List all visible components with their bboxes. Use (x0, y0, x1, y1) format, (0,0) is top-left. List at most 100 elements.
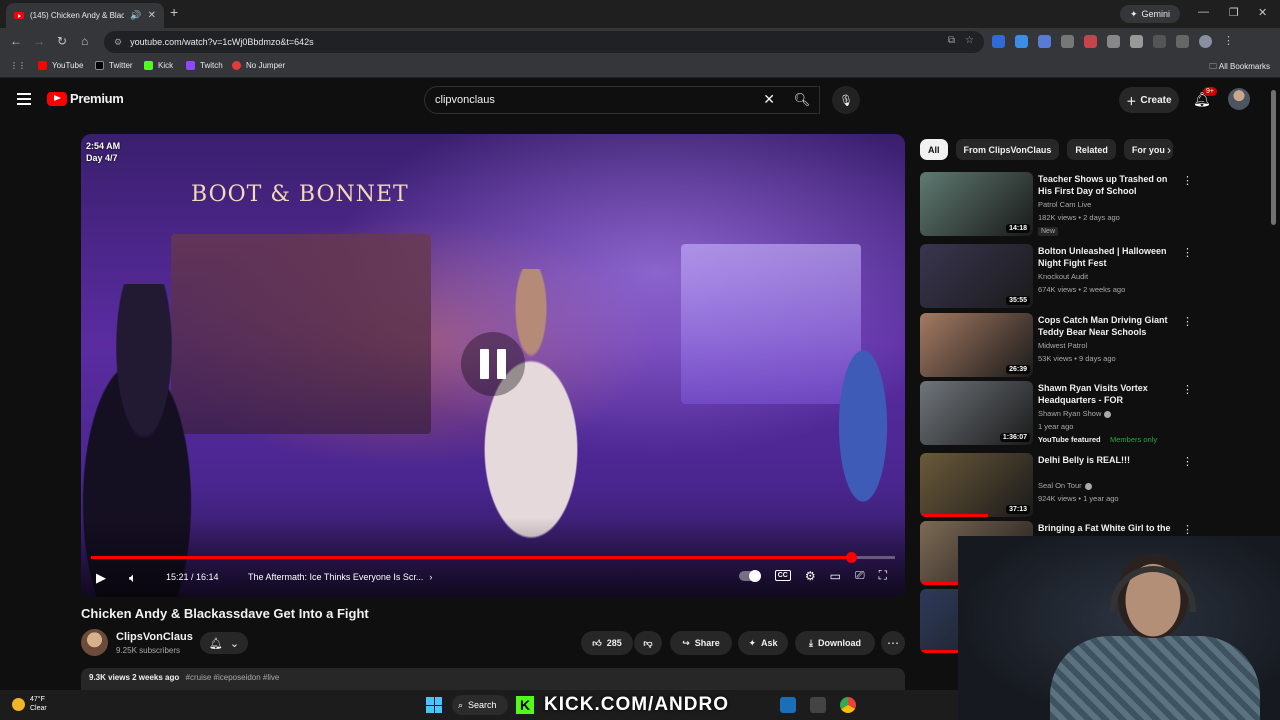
chip-for-you[interactable]: For you (1123, 139, 1173, 160)
video-thumbnail[interactable]: 37:13 (920, 453, 1033, 517)
extension-icon[interactable] (1084, 35, 1097, 48)
bookmark-kick[interactable]: Kick (144, 61, 173, 70)
chip-all[interactable]: All (920, 139, 948, 160)
search-input[interactable]: clipvonclaus ✕ (424, 86, 820, 114)
side-panel-icon[interactable] (1153, 35, 1166, 48)
forward-icon[interactable]: → (33, 34, 45, 48)
extension-icon[interactable] (1107, 35, 1120, 48)
site-info-icon[interactable]: ⚙ (114, 37, 122, 48)
all-bookmarks-button[interactable]: 🗀 All Bookmarks (1209, 61, 1270, 75)
bookmark-youtube[interactable]: YouTube (38, 61, 83, 70)
more-options-icon[interactable]: ⋮ (1182, 315, 1193, 328)
app-icon[interactable] (810, 697, 826, 713)
channel-name[interactable]: ClipsVonClaus (116, 631, 193, 643)
home-icon[interactable]: ⌂ (81, 34, 88, 48)
bookmark-twitter[interactable]: Twitter (95, 61, 133, 70)
install-app-icon[interactable]: ⧉ (948, 35, 955, 46)
recommendation-title[interactable]: Bolton Unleashed | Halloween Night Fight… (1038, 245, 1176, 269)
tab-close-icon[interactable]: ✕ (148, 10, 156, 21)
bookmark-twitch[interactable]: Twitch (186, 61, 223, 70)
like-button[interactable]: 👍︎ 285 (581, 631, 633, 655)
extension-icon[interactable] (1015, 35, 1028, 48)
extension-icon[interactable] (1038, 35, 1051, 48)
chip-related[interactable]: Related (1067, 139, 1116, 160)
fullscreen-icon[interactable]: ⛶ (879, 568, 887, 583)
more-options-icon[interactable]: ⋮ (1182, 174, 1193, 187)
voice-search-button[interactable]: 🎙︎ (832, 86, 860, 114)
recommendation-item[interactable]: 1:36:07 Shawn Ryan Visits Vortex Headquar… (920, 381, 1193, 445)
subscribed-notifications-button[interactable]: 🔔︎ ⌄ (200, 632, 248, 654)
gemini-button[interactable]: ✦ Gemini (1120, 5, 1180, 23)
recommendation-title[interactable]: Teacher Shows up Trashed on His First Da… (1038, 173, 1176, 197)
captions-icon[interactable]: CC (774, 570, 791, 581)
video-thumbnail[interactable]: 35:55 (920, 244, 1033, 308)
video-thumbnail[interactable]: 26:39 (920, 313, 1033, 377)
recommendation-title[interactable]: Delhi Belly is REAL!!! (1038, 454, 1176, 466)
channel-avatar[interactable] (81, 629, 108, 656)
reload-icon[interactable]: ↻ (57, 34, 67, 48)
play-icon[interactable]: ▶ (96, 570, 106, 586)
weather-widget[interactable]: 47°F Clear (12, 695, 47, 713)
share-button[interactable]: ↪ Share (670, 631, 732, 655)
download-button[interactable]: ⤓ Download (795, 631, 875, 655)
recommendation-item[interactable]: 35:55 Bolton Unleashed | Halloween Night … (920, 244, 1193, 308)
dislike-button[interactable]: 👎︎ (634, 631, 662, 655)
apps-grid-icon[interactable]: ⋮⋮ (10, 61, 26, 70)
recommendation-title[interactable]: Shawn Ryan Visits Vortex Headquarters - … (1038, 382, 1176, 406)
recommendation-item[interactable]: 26:39 Cops Catch Man Driving Giant Teddy … (920, 313, 1193, 377)
restore-icon[interactable]: ❐ (1229, 6, 1239, 19)
reading-list-icon[interactable] (1176, 35, 1189, 48)
chrome-icon[interactable] (840, 697, 856, 713)
description-box[interactable]: 9.3K views 2 weeks ago #cruise #iceposei… (81, 668, 905, 690)
browser-menu-icon[interactable]: ⋮ (1222, 35, 1235, 48)
youtube-logo[interactable]: Premium (47, 91, 124, 106)
hashtags[interactable]: #cruise #iceposeidon #live (186, 673, 280, 682)
video-thumbnail[interactable]: 14:18 (920, 172, 1033, 236)
extension-icon[interactable] (1061, 35, 1074, 48)
window-close-icon[interactable]: ✕ (1258, 6, 1267, 19)
hamburger-menu-icon[interactable] (17, 93, 31, 105)
autoplay-toggle[interactable] (738, 569, 761, 582)
steam-icon[interactable] (780, 697, 796, 713)
volume-icon[interactable]: 🔈︎ (129, 570, 137, 586)
chip-from-channel[interactable]: From ClipsVonClaus (955, 139, 1060, 160)
taskbar-search[interactable]: ⌕ Search (452, 695, 508, 715)
extension-icon[interactable] (992, 35, 1005, 48)
tab-audio-icon[interactable]: 🔊 (130, 10, 141, 21)
miniplayer-icon[interactable]: ▭ (830, 569, 841, 583)
recommendation-channel[interactable]: Knockout Audit (1038, 272, 1088, 281)
recommendation-channel[interactable]: Shawn Ryan Show (1038, 409, 1112, 418)
profile-avatar-icon[interactable] (1199, 35, 1212, 48)
recommendation-item[interactable]: 37:13 Delhi Belly is REAL!!! Seal On Tour 9… (920, 453, 1193, 517)
more-actions-icon[interactable]: ⋯ (881, 631, 905, 655)
bookmark-star-icon[interactable]: ☆ (965, 35, 974, 46)
video-thumbnail[interactable]: 1:36:07 (920, 381, 1033, 445)
chapter-button[interactable]: The Aftermath: Ice Thinks Everyone Is Sc… (248, 572, 432, 582)
account-avatar[interactable] (1228, 88, 1250, 110)
recommendation-title[interactable]: Cops Catch Man Driving Giant Teddy Bear … (1038, 314, 1176, 338)
back-icon[interactable]: ← (10, 34, 22, 48)
more-options-icon[interactable]: ⋮ (1182, 523, 1193, 536)
recommendation-channel[interactable]: Seal On Tour (1038, 481, 1092, 490)
address-bar[interactable]: ⚙ youtube.com/watch?v=1cWj0Bbdmzo&t=642s… (104, 31, 984, 53)
more-options-icon[interactable]: ⋮ (1182, 455, 1193, 468)
recommendation-item[interactable]: 14:18 Teacher Shows up Trashed on His Fir… (920, 172, 1193, 236)
recommendation-channel[interactable]: Patrol Cam Live (1038, 200, 1091, 209)
new-tab-button[interactable]: + (170, 4, 178, 20)
page-scrollbar[interactable] (1271, 90, 1276, 225)
minimize-icon[interactable]: — (1198, 6, 1209, 18)
more-options-icon[interactable]: ⋮ (1182, 383, 1193, 396)
progress-bar[interactable] (91, 552, 895, 563)
search-button[interactable]: 🔍︎ (784, 86, 820, 114)
recommendation-channel[interactable]: Midwest Patrol (1038, 341, 1087, 350)
cast-icon[interactable]: ⎚ (855, 568, 865, 583)
create-button[interactable]: ＋ Create (1119, 87, 1179, 113)
settings-gear-icon[interactable]: ⚙ (805, 569, 816, 583)
clear-search-icon[interactable]: ✕ (763, 91, 775, 108)
bookmark-nojumper[interactable]: No Jumper (232, 61, 285, 70)
ask-button[interactable]: ✦ Ask (738, 631, 788, 655)
video-player[interactable]: BOOT & BONNET 2:54 AM Day 4/7 ▶ 🔈︎ 15:21… (81, 134, 905, 597)
browser-tab-active[interactable]: (145) Chicken Andy & Blackassdave Get In… (6, 3, 164, 28)
scrubber-handle[interactable] (845, 552, 857, 563)
more-options-icon[interactable]: ⋮ (1182, 246, 1193, 259)
